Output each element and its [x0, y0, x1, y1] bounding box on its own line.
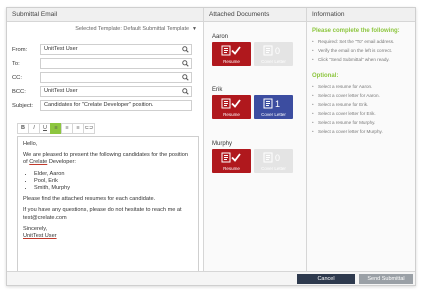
list-item: Click "Send Submittal" when ready.: [312, 55, 410, 64]
resume-toggle[interactable]: Resume: [212, 95, 251, 119]
attached-text: Please find the attached resumes for eac…: [23, 196, 156, 203]
signature-text: UnitTest User: [23, 233, 57, 240]
questions-text: If you have any questions, please do not…: [23, 207, 182, 221]
cancel-button[interactable]: Cancel: [297, 274, 355, 284]
search-icon[interactable]: [182, 74, 189, 81]
resume-label: Resume: [223, 166, 240, 171]
cover-count: 0: [275, 46, 280, 56]
optional-list: Select a resume for Aaron. Select a cove…: [307, 79, 415, 136]
cover-letter-label: Cover Letter: [261, 59, 286, 64]
list-item: Required: Set the "To" email address.: [312, 37, 410, 46]
candidate-docs-murphy: Murphy Resume 0 Cover Letter: [212, 141, 293, 173]
send-submittal-button[interactable]: Send Submittal: [359, 274, 413, 284]
closing-text: Sincerely,: [23, 225, 48, 232]
bcc-label: BCC:: [12, 88, 26, 95]
cover-count: 0: [275, 153, 280, 163]
from-row: From: UnitTest User: [12, 44, 192, 55]
submittal-dialog: Submittal Email Selected Template: Defau…: [6, 7, 416, 286]
candidate-name: Erik: [212, 87, 223, 93]
subject-label: Subject:: [12, 102, 33, 109]
email-panel-header: Submittal Email: [7, 8, 203, 22]
list-item: Select a resume for Erik.: [312, 100, 410, 109]
editor-toolbar: B I U ≡ ≡ ≡ ⊂⊃: [17, 123, 95, 134]
cover-count: 1: [275, 99, 280, 109]
resume-check-icon: [221, 98, 241, 109]
attached-docs-panel: Attached Documents Aaron Resume 0 Cover …: [204, 8, 307, 271]
cover-letter-label: Cover Letter: [261, 166, 286, 171]
to-field[interactable]: [40, 58, 192, 69]
intro-part: Developer:: [47, 159, 76, 166]
intro-text: We are pleased to present the following …: [23, 152, 193, 166]
cover-letter-label: Cover Letter: [261, 112, 286, 117]
cover-letter-toggle[interactable]: 0 Cover Letter: [254, 149, 293, 173]
greeting: Hello,: [23, 141, 38, 147]
cover-letter-toggle[interactable]: 0 Cover Letter: [254, 42, 293, 66]
bcc-row: BCC: UnitTest User: [12, 86, 192, 97]
list-item: Select a cover letter for Erik.: [312, 109, 410, 118]
candidate-docs-erik: Erik Resume 1 Cover Letter: [212, 87, 293, 119]
list-item: Pool, Erik: [34, 178, 193, 185]
optional-title: Optional:: [312, 73, 339, 79]
list-item: Select a cover letter for Murphy.: [312, 127, 410, 136]
cc-field[interactable]: [40, 72, 192, 83]
bcc-field[interactable]: UnitTest User: [40, 86, 192, 97]
document-icon: 0: [263, 152, 280, 163]
to-row: To:: [12, 58, 192, 69]
caret-down-icon: ▼: [192, 26, 197, 32]
subject-field[interactable]: Candidates for "Crelate Developer" posit…: [40, 100, 192, 111]
from-value: UnitTest User: [44, 46, 78, 52]
complete-list: Required: Set the "To" email address. Ve…: [307, 34, 415, 64]
link-button[interactable]: ⊂⊃: [83, 123, 95, 134]
bcc-value: UnitTest User: [44, 88, 78, 94]
resume-toggle[interactable]: Resume: [212, 149, 251, 173]
email-body-editor[interactable]: Hello, We are pleased to present the fol…: [17, 136, 199, 273]
candidate-name: Aaron: [212, 34, 229, 40]
document-icon: 1: [263, 98, 280, 109]
list-item: Verify the email on the left is correct.: [312, 46, 410, 55]
template-selector[interactable]: Selected Template: Default Submittal Tem…: [75, 26, 197, 32]
resume-check-icon: [221, 152, 241, 163]
list-item: Select a resume for Aaron.: [312, 82, 410, 91]
subject-row: Subject: Candidates for "Crelate Develop…: [12, 100, 192, 111]
template-label: Selected Template: Default Submittal Tem…: [75, 26, 190, 32]
docs-panel-header: Attached Documents: [204, 8, 306, 22]
subject-value: Candidates for "Crelate Developer" posit…: [44, 102, 154, 108]
resume-label: Resume: [223, 112, 240, 117]
search-icon[interactable]: [182, 46, 189, 53]
candidate-list: Elder, Aaron Pool, Erik Smith, Murphy: [34, 171, 193, 193]
from-label: From:: [12, 46, 28, 53]
cc-row: CC:: [12, 72, 192, 83]
to-label: To:: [12, 60, 20, 67]
dialog-footer: Cancel Send Submittal: [7, 271, 415, 285]
list-item: Select a cover letter for Aaron.: [312, 91, 410, 100]
information-panel: Information Please complete the followin…: [307, 8, 415, 271]
search-icon[interactable]: [182, 60, 189, 67]
list-item: Elder, Aaron: [34, 171, 193, 178]
list-item: Smith, Murphy: [34, 185, 193, 192]
from-field[interactable]: UnitTest User: [40, 44, 192, 55]
complete-title: Please complete the following:: [312, 28, 400, 34]
candidate-docs-aaron: Aaron Resume 0 Cover Letter: [212, 34, 293, 66]
email-panel: Submittal Email Selected Template: Defau…: [7, 8, 204, 273]
list-item: Select a resume for Murphy.: [312, 118, 410, 127]
search-icon[interactable]: [182, 88, 189, 95]
cover-letter-toggle[interactable]: 1 Cover Letter: [254, 95, 293, 119]
cc-label: CC:: [12, 74, 22, 81]
resume-check-icon: [221, 45, 241, 56]
intro-company: Crelate: [29, 159, 48, 166]
document-icon: 0: [263, 45, 280, 56]
resume-label: Resume: [223, 59, 240, 64]
resume-toggle[interactable]: Resume: [212, 42, 251, 66]
info-panel-header: Information: [307, 8, 415, 22]
candidate-name: Murphy: [212, 141, 233, 147]
